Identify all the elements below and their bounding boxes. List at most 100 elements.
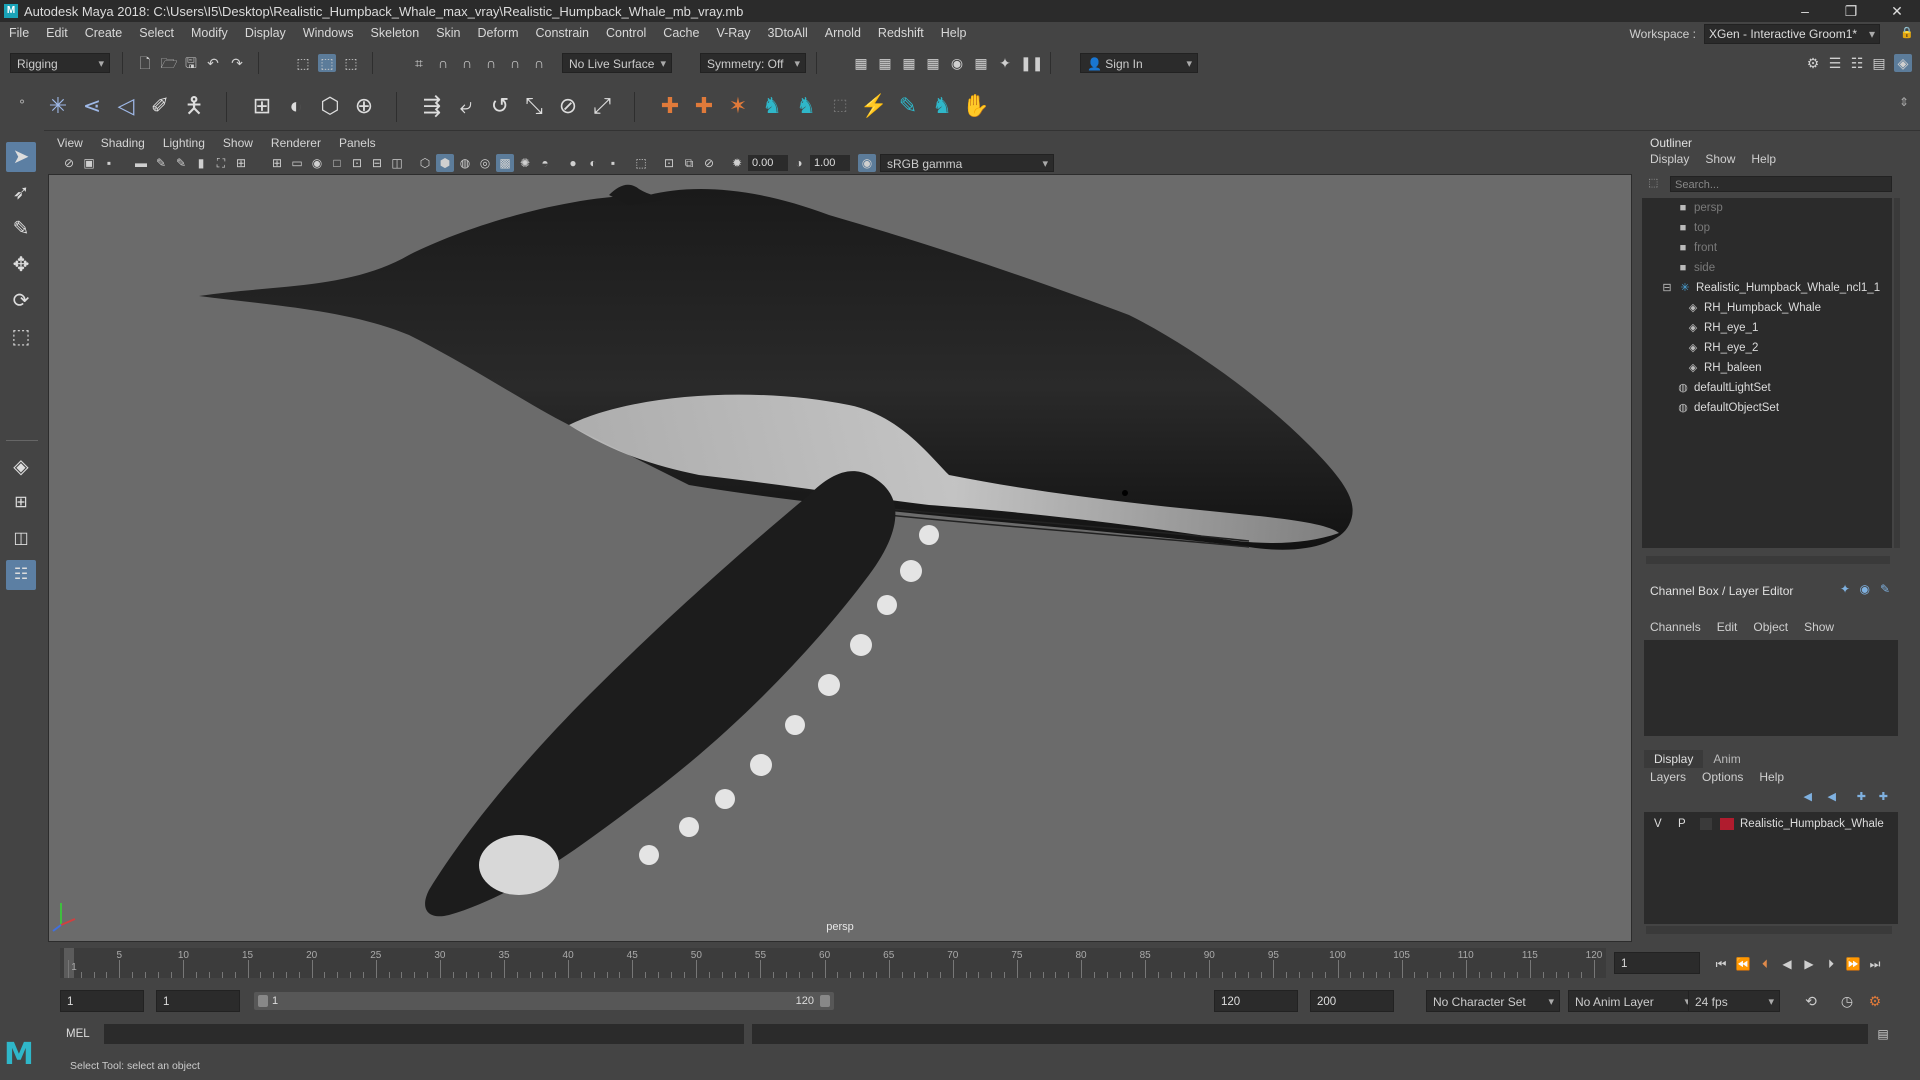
- menu-select[interactable]: Select: [130, 26, 182, 40]
- snap-curve-icon[interactable]: ∩: [434, 54, 452, 72]
- channel-box-option-icon[interactable]: ✦: [1840, 582, 1850, 596]
- play-forward-icon[interactable]: ▶: [1800, 955, 1818, 973]
- viewport-menu-show[interactable]: Show: [214, 136, 262, 150]
- layer-playback-toggle[interactable]: P: [1678, 814, 1686, 834]
- new-layer-icon[interactable]: ✚: [1857, 790, 1866, 803]
- viewport-menu-view[interactable]: View: [48, 136, 92, 150]
- channel-box-edit-icon[interactable]: ✎: [1880, 582, 1890, 596]
- smooth-shade-icon[interactable]: ⬢: [436, 154, 454, 172]
- step-back-frame-icon[interactable]: ⏴: [1756, 955, 1774, 973]
- channel-box-icon[interactable]: ▤: [1870, 54, 1888, 72]
- snap-surface-icon[interactable]: ∩: [506, 54, 524, 72]
- move-tool-icon[interactable]: ✥: [6, 250, 36, 280]
- menu-cache[interactable]: Cache: [654, 26, 707, 40]
- restore-icon[interactable]: ❐: [1828, 0, 1874, 22]
- menu-create[interactable]: Create: [76, 26, 131, 40]
- use-all-lights-icon[interactable]: ✺: [516, 154, 534, 172]
- gamma-icon[interactable]: ◑: [790, 154, 808, 172]
- hypershade-icon[interactable]: ◉: [948, 54, 966, 72]
- depth-of-field-icon[interactable]: ⬚: [632, 154, 650, 172]
- safe-action-icon[interactable]: ◉: [308, 154, 326, 172]
- new-layer-selected-icon[interactable]: ✚: [1879, 790, 1888, 803]
- channel-box-menu-channels[interactable]: Channels: [1642, 620, 1709, 634]
- viewport-menu-lighting[interactable]: Lighting: [154, 136, 214, 150]
- range-start-handle[interactable]: [258, 995, 268, 1007]
- two-d-pan-icon[interactable]: ✎: [172, 154, 190, 172]
- snap-ortho-icon[interactable]: ∩: [530, 54, 548, 72]
- menu-vray[interactable]: V-Ray: [707, 26, 758, 40]
- step-back-key-icon[interactable]: ⏪: [1734, 955, 1752, 973]
- snap-grid-icon[interactable]: ⌗: [410, 54, 428, 72]
- workspace-dropdown[interactable]: XGen - Interactive Groom1*: [1704, 24, 1880, 44]
- menu-skeleton[interactable]: Skeleton: [362, 26, 428, 40]
- render-frame-icon[interactable]: ▦: [876, 54, 894, 72]
- character-definition-icon[interactable]: ♞: [792, 92, 820, 120]
- camera-attributes-icon[interactable]: ▣: [80, 154, 98, 172]
- motion-blur-icon[interactable]: ◐: [584, 154, 602, 172]
- tab-display[interactable]: Display: [1644, 750, 1704, 768]
- whale-model[interactable]: [49, 175, 1632, 942]
- time-ruler[interactable]: 1 5 10 15 20 25 30 35 40 45 50 55 60 65 70 75 80 85 90 95 10…: [60, 948, 1606, 978]
- snap-point-icon[interactable]: ∩: [458, 54, 476, 72]
- go-to-start-icon[interactable]: ⏮: [1712, 955, 1730, 973]
- gamma-field[interactable]: 1.00: [810, 155, 850, 171]
- light-editor-icon[interactable]: ✦: [996, 54, 1014, 72]
- viewport-menu-shading[interactable]: Shading: [92, 136, 154, 150]
- outliner-item-baleen[interactable]: ◈ RH_baleen: [1686, 358, 1762, 378]
- symmetry-dropdown[interactable]: Symmetry: Off: [700, 53, 806, 74]
- script-editor-icon[interactable]: ▤: [1874, 1025, 1892, 1043]
- close-icon[interactable]: ✕: [1874, 0, 1920, 22]
- outliner-search-input[interactable]: Search...: [1670, 176, 1892, 192]
- outliner-item-top[interactable]: ■ top: [1676, 218, 1710, 238]
- layer-visibility-toggle[interactable]: V: [1654, 814, 1662, 834]
- select-component-icon[interactable]: ⬚: [342, 54, 360, 72]
- menu-arnold[interactable]: Arnold: [816, 26, 869, 40]
- menu-redshift[interactable]: Redshift: [869, 26, 932, 40]
- locator-icon[interactable]: ✚: [656, 92, 684, 120]
- anim-layer-dropdown[interactable]: No Anim Layer: [1568, 990, 1696, 1013]
- filter-icon[interactable]: ⬚: [1648, 176, 1664, 192]
- channel-box-attributes[interactable]: [1644, 640, 1898, 736]
- snap-view-icon[interactable]: ∩: [482, 54, 500, 72]
- four-pane-layout-icon[interactable]: ⊞: [6, 488, 36, 518]
- save-scene-icon[interactable]: 🖫: [182, 54, 200, 72]
- channel-box-menu-edit[interactable]: Edit: [1709, 620, 1746, 634]
- outliner-toggle-icon[interactable]: ◈: [1894, 54, 1912, 72]
- command-input[interactable]: [104, 1024, 744, 1044]
- menu-windows[interactable]: Windows: [294, 26, 362, 40]
- undo-icon[interactable]: ↶: [204, 54, 222, 72]
- layer-menu-options[interactable]: Options: [1694, 770, 1751, 784]
- open-scene-icon[interactable]: 🗁: [160, 54, 178, 72]
- channel-box-layer-icon[interactable]: ◉: [1860, 582, 1870, 596]
- gate-mask-icon[interactable]: ⊡: [348, 154, 366, 172]
- pole-vector-icon[interactable]: ⤢: [588, 92, 616, 120]
- outliner-horizontal-scrollbar[interactable]: [1646, 556, 1890, 564]
- outliner-menu-help[interactable]: Help: [1743, 152, 1784, 166]
- paint-select-icon[interactable]: ✎: [6, 214, 36, 244]
- modeling-toolkit-icon[interactable]: ⚙: [1804, 54, 1822, 72]
- menu-edit[interactable]: Edit: [37, 26, 76, 40]
- outliner-vertical-scrollbar[interactable]: [1894, 198, 1900, 548]
- color-space-dropdown[interactable]: sRGB gamma: [880, 154, 1054, 173]
- locator-edit-icon[interactable]: ✚: [690, 92, 718, 120]
- time-slider[interactable]: 1 5 10 15 20 25 30 35 40 45 50 55 60 65 70 75 80 85 90 95 10…: [48, 944, 1608, 982]
- menu-file[interactable]: File: [0, 26, 37, 40]
- attribute-editor-icon[interactable]: ☰: [1826, 54, 1844, 72]
- outliner-item-eye-2[interactable]: ◈ RH_eye_2: [1686, 338, 1759, 358]
- render-setup-icon[interactable]: ▦: [972, 54, 990, 72]
- viewport-menu-panels[interactable]: Panels: [330, 136, 385, 150]
- layer-move-up-icon[interactable]: ◀: [1804, 790, 1812, 803]
- xray-icon[interactable]: ◫: [388, 154, 406, 172]
- layer-name[interactable]: Realistic_Humpback_Whale: [1740, 814, 1884, 834]
- new-scene-icon[interactable]: 🗋: [136, 54, 154, 72]
- camera-lock-icon[interactable]: ▮: [192, 154, 210, 172]
- scale-tool-icon[interactable]: ⬚: [6, 322, 36, 352]
- auto-key-icon[interactable]: ◷: [1838, 992, 1856, 1010]
- outliner-layout-icon[interactable]: ☷: [6, 560, 36, 590]
- cluster-icon[interactable]: ⊕: [350, 92, 378, 120]
- wireframe-on-shaded-icon[interactable]: ◍: [456, 154, 474, 172]
- layer-move-down-icon[interactable]: ◀: [1828, 790, 1836, 803]
- menu-help[interactable]: Help: [932, 26, 975, 40]
- select-hierarchy-icon[interactable]: ⬚: [294, 54, 312, 72]
- shelf-menu-icon[interactable]: ⚬: [8, 88, 36, 116]
